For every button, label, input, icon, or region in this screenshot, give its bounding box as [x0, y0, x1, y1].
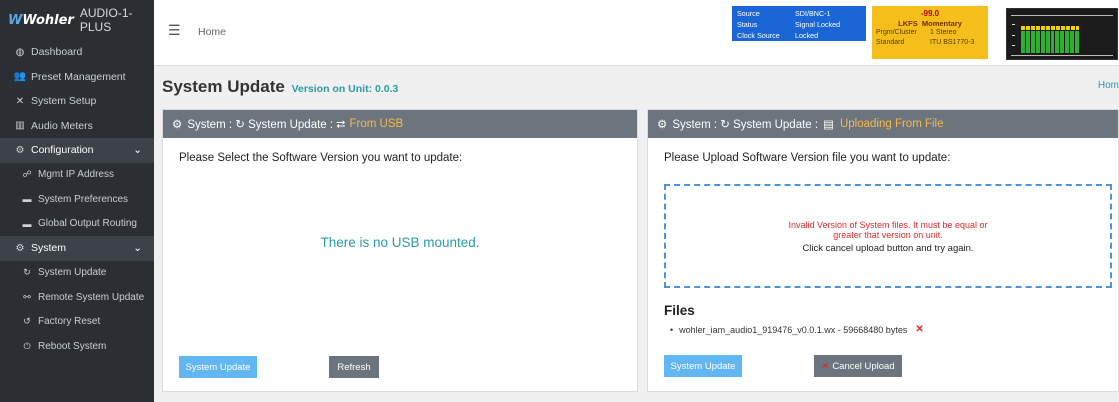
cancel-upload-button[interactable]: ✕ Cancel Upload: [814, 355, 902, 377]
source-value: SDI/BNC-1: [795, 9, 831, 18]
loudness-value: -99.0: [920, 9, 940, 18]
sidebar: WWohler AUDIO-1-PLUS ◍ Dashboard 👥 Preset …: [0, 0, 154, 402]
dashboard-icon: ◍: [15, 46, 25, 58]
file-panel-header: ⚙ System : ↻ System Update : ▤ Uploading…: [648, 110, 1118, 138]
close-icon: ✕: [821, 360, 830, 372]
sidebar-item-remote-system-update[interactable]: ⚯ Remote System Update: [0, 285, 154, 310]
routing-icon: ▬: [22, 218, 32, 229]
files-heading: Files: [664, 303, 695, 318]
file-icon: ▤: [823, 119, 834, 131]
sidebar-item-mgmt-ip[interactable]: ☍ Mgmt IP Address: [0, 163, 154, 188]
no-usb-message: There is no USB mounted.: [320, 235, 480, 250]
page-title: System Update Version on Unit: 0.0.3: [162, 77, 399, 96]
file-system-update-button[interactable]: System Update: [664, 355, 742, 377]
sidebar-item-audio-meters[interactable]: ▥ Audio Meters: [0, 114, 154, 139]
upload-prompt: Please Upload Software Version file you …: [664, 152, 951, 164]
sidebar-item-configuration[interactable]: ⚙ Configuration ⌄: [0, 138, 154, 163]
gear-icon: ⚙: [15, 144, 25, 156]
sidebar-item-system[interactable]: ⚙ System ⌄: [0, 236, 154, 261]
chevron-down-icon: ⌄: [133, 242, 142, 255]
brand[interactable]: WWohler AUDIO-1-PLUS: [0, 0, 154, 40]
sidebar-item-global-output-routing[interactable]: ▬ Global Output Routing: [0, 212, 154, 237]
breadcrumb[interactable]: Home: [198, 26, 226, 38]
upload-error-message: Invalid Version of System files. It must…: [788, 220, 988, 240]
sync-icon: ↻: [23, 267, 31, 278]
sidebar-nav: ◍ Dashboard 👥 Preset Management ✕ System Se…: [0, 40, 154, 359]
file-list-item: • wohler_iam_audio1_919476_v0.0.1.wx - 5…: [670, 324, 924, 335]
usb-update-panel: ⚙ System : ↻ System Update : ⮂ From USB …: [162, 109, 638, 392]
users-icon: 👥: [13, 71, 27, 83]
brand-model: AUDIO-1-PLUS: [79, 6, 133, 34]
meter-icon: ▥: [15, 120, 25, 132]
clock-value: Locked: [795, 31, 819, 40]
remove-file-icon[interactable]: ✕: [915, 324, 923, 335]
usb-panel-header: ⚙ System : ↻ System Update : ⮂ From USB: [163, 110, 637, 138]
sidebar-item-preset-management[interactable]: 👥 Preset Management: [0, 65, 154, 90]
undo-icon: ↺: [23, 316, 31, 327]
topbar: ☰ Home Source SDI/BNC-1 Status Signal Lock…: [154, 0, 1119, 66]
gears-icon: ⚙: [172, 119, 183, 131]
sidebar-item-dashboard[interactable]: ◍ Dashboard: [0, 40, 154, 65]
gears-icon: ⚙: [15, 242, 25, 254]
breadcrumb-home-link[interactable]: Hom: [1098, 80, 1119, 91]
hamburger-menu-icon[interactable]: ☰: [168, 22, 181, 39]
sidebar-item-system-preferences[interactable]: ▬ System Preferences: [0, 187, 154, 212]
chevron-down-icon: ⌄: [133, 144, 142, 157]
version-label: Version on Unit: 0.0.3: [291, 83, 399, 95]
power-icon: ⏻: [23, 340, 31, 351]
main-content: System Update Version on Unit: 0.0.3 Hom…: [154, 66, 1119, 402]
refresh-button[interactable]: Refresh: [329, 356, 379, 378]
file-name: wohler_iam_audio1_919476_v0.0.1.wx - 596…: [679, 324, 908, 335]
status-value: Signal Locked: [795, 20, 841, 29]
audio-meter-display: [1006, 8, 1118, 60]
prefs-icon: ▬: [22, 194, 32, 205]
sidebar-item-reboot-system[interactable]: ⏻ Reboot System: [0, 334, 154, 359]
signal-status-panel: Source SDI/BNC-1 Status Signal Locked Cloc…: [732, 6, 866, 41]
upload-instruction: Click cancel upload button and try again…: [802, 243, 974, 254]
tools-icon: ✕: [15, 95, 25, 107]
remote-icon: ⚯: [23, 291, 31, 302]
file-upload-panel: ⚙ System : ↻ System Update : ▤ Uploading…: [647, 109, 1119, 392]
wohler-logo: WWohler: [8, 12, 74, 28]
sidebar-item-factory-reset[interactable]: ↺ Factory Reset: [0, 310, 154, 335]
gears-icon: ⚙: [657, 119, 668, 131]
file-dropzone[interactable]: Invalid Version of System files. It must…: [664, 184, 1112, 288]
sidebar-item-system-setup[interactable]: ✕ System Setup: [0, 89, 154, 114]
loudness-panel: -99.0 LKFS Momentary Prgm/Cluster 1 Stere…: [872, 6, 988, 59]
sidebar-item-system-update[interactable]: ↻ System Update: [0, 261, 154, 286]
usb-system-update-button[interactable]: System Update: [179, 356, 257, 378]
usb-prompt: Please Select the Software Version you w…: [179, 152, 463, 164]
network-icon: ☍: [22, 169, 32, 180]
